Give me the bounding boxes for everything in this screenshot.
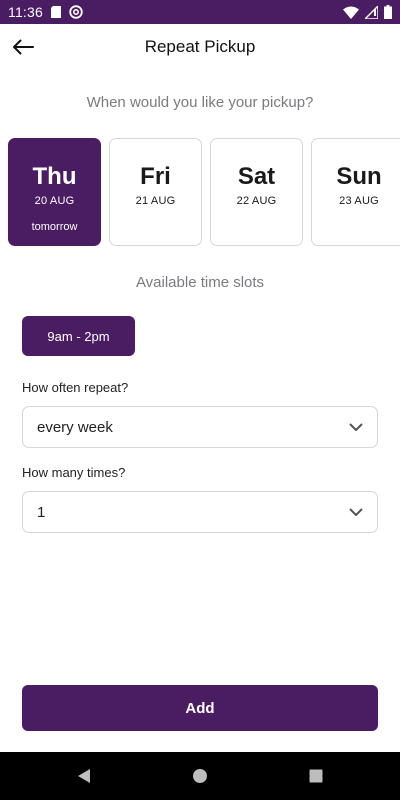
repeat-value: every week <box>37 418 113 436</box>
time-slot-button[interactable]: 9am - 2pm <box>22 316 135 356</box>
day-date: 23 AUG <box>339 195 379 207</box>
pickup-question: When would you like your pickup? <box>86 94 314 111</box>
repeat-label: How often repeat? <box>22 380 129 395</box>
day-name: Thu <box>32 163 77 190</box>
status-left: 11:36 <box>8 4 83 20</box>
status-right <box>343 5 392 19</box>
times-select[interactable]: 1 <box>22 491 378 533</box>
chevron-down-icon <box>349 508 363 517</box>
system-nav-bar <box>0 752 400 800</box>
back-triangle-icon <box>78 769 90 783</box>
sd-card-icon <box>51 6 61 18</box>
day-date: 20 AUG <box>34 195 75 207</box>
nav-back-button[interactable] <box>74 766 94 786</box>
day-subtitle: tomorrow <box>31 221 78 233</box>
battery-icon <box>384 5 392 19</box>
add-button[interactable]: Add <box>22 685 378 731</box>
day-card-fri[interactable]: Fri 21 AUG <box>109 138 202 246</box>
status-time: 11:36 <box>8 4 43 20</box>
time-slots-label: Available time slots <box>135 274 265 291</box>
recents-square-icon <box>309 769 323 783</box>
status-bar: 11:36 <box>0 0 400 24</box>
wifi-icon <box>343 6 359 19</box>
day-name: Sun <box>336 163 382 190</box>
day-date: 21 AUG <box>135 195 176 207</box>
repeat-select[interactable]: every week <box>22 406 378 448</box>
day-card-sat[interactable]: Sat 22 AUG <box>210 138 303 246</box>
signal-icon <box>365 5 378 19</box>
home-circle-icon <box>193 769 207 783</box>
times-value: 1 <box>37 503 46 521</box>
arrow-left-icon <box>13 39 34 55</box>
nav-home-button[interactable] <box>190 766 210 786</box>
at-sign-icon <box>69 5 83 19</box>
day-card-thu[interactable]: Thu 20 AUG tomorrow <box>8 138 101 246</box>
day-name: Sat <box>237 163 276 190</box>
times-label: How many times? <box>22 465 126 480</box>
day-date: 22 AUG <box>236 195 277 207</box>
day-card-sun[interactable]: Sun 23 AUG <box>311 138 400 246</box>
nav-recents-button[interactable] <box>306 766 326 786</box>
page-title: Repeat Pickup <box>144 37 256 56</box>
app-bar: Repeat Pickup <box>0 24 400 70</box>
day-name: Fri <box>140 163 171 190</box>
chevron-down-icon <box>349 423 363 432</box>
back-button[interactable] <box>10 34 36 60</box>
